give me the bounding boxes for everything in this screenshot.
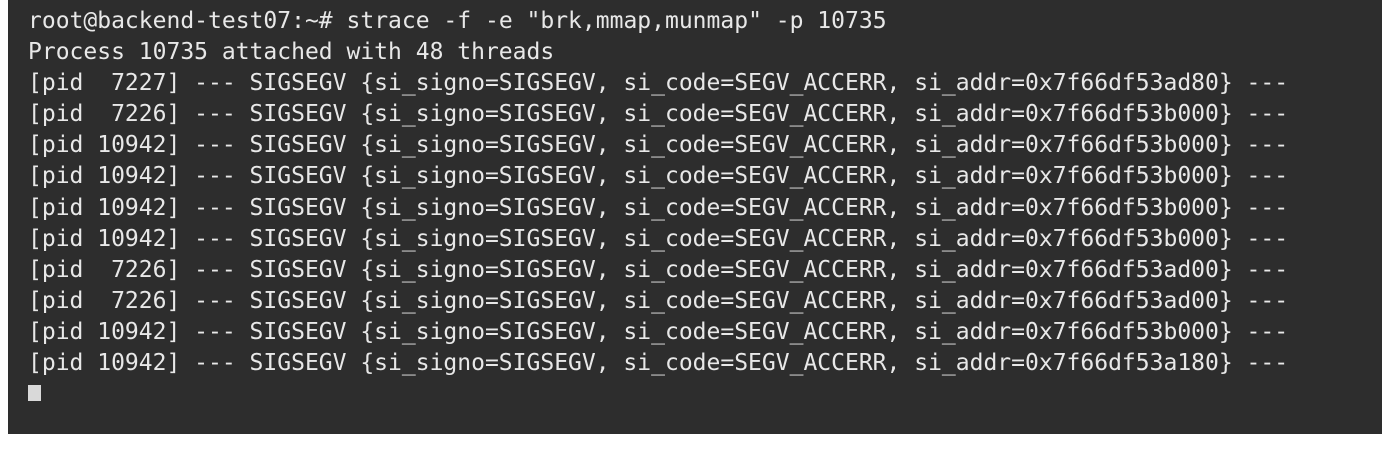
output-line: [pid 7226] --- SIGSEGV {si_signo=SIGSEGV… — [28, 287, 1289, 314]
output-line: Process 10735 attached with 48 threads — [28, 39, 555, 66]
output-line: [pid 10942] --- SIGSEGV {si_signo=SIGSEG… — [28, 318, 1289, 345]
text-cursor — [28, 385, 41, 402]
output-line: [pid 10942] --- SIGSEGV {si_signo=SIGSEG… — [28, 163, 1289, 190]
output-line: [pid 10942] --- SIGSEGV {si_signo=SIGSEG… — [28, 225, 1289, 252]
command-text: strace -f -e "brk,mmap,munmap" -p 10735 — [346, 8, 887, 34]
terminal-window[interactable]: root@backend-test07:~# strace -f -e "brk… — [8, 0, 1382, 434]
shell-prompt: root@backend-test07:~# — [28, 8, 347, 34]
output-line: [pid 7226] --- SIGSEGV {si_signo=SIGSEGV… — [28, 256, 1289, 283]
output-line: [pid 10942] --- SIGSEGV {si_signo=SIGSEG… — [28, 350, 1289, 377]
output-line: [pid 7226] --- SIGSEGV {si_signo=SIGSEGV… — [28, 101, 1289, 128]
output-line: [pid 10942] --- SIGSEGV {si_signo=SIGSEG… — [28, 132, 1289, 159]
command-line: root@backend-test07:~# strace -f -e "brk… — [28, 6, 1382, 37]
output-line: [pid 10942] --- SIGSEGV {si_signo=SIGSEG… — [28, 194, 1289, 221]
output-line: [pid 7227] --- SIGSEGV {si_signo=SIGSEGV… — [28, 70, 1289, 97]
input-line[interactable] — [28, 379, 1382, 410]
